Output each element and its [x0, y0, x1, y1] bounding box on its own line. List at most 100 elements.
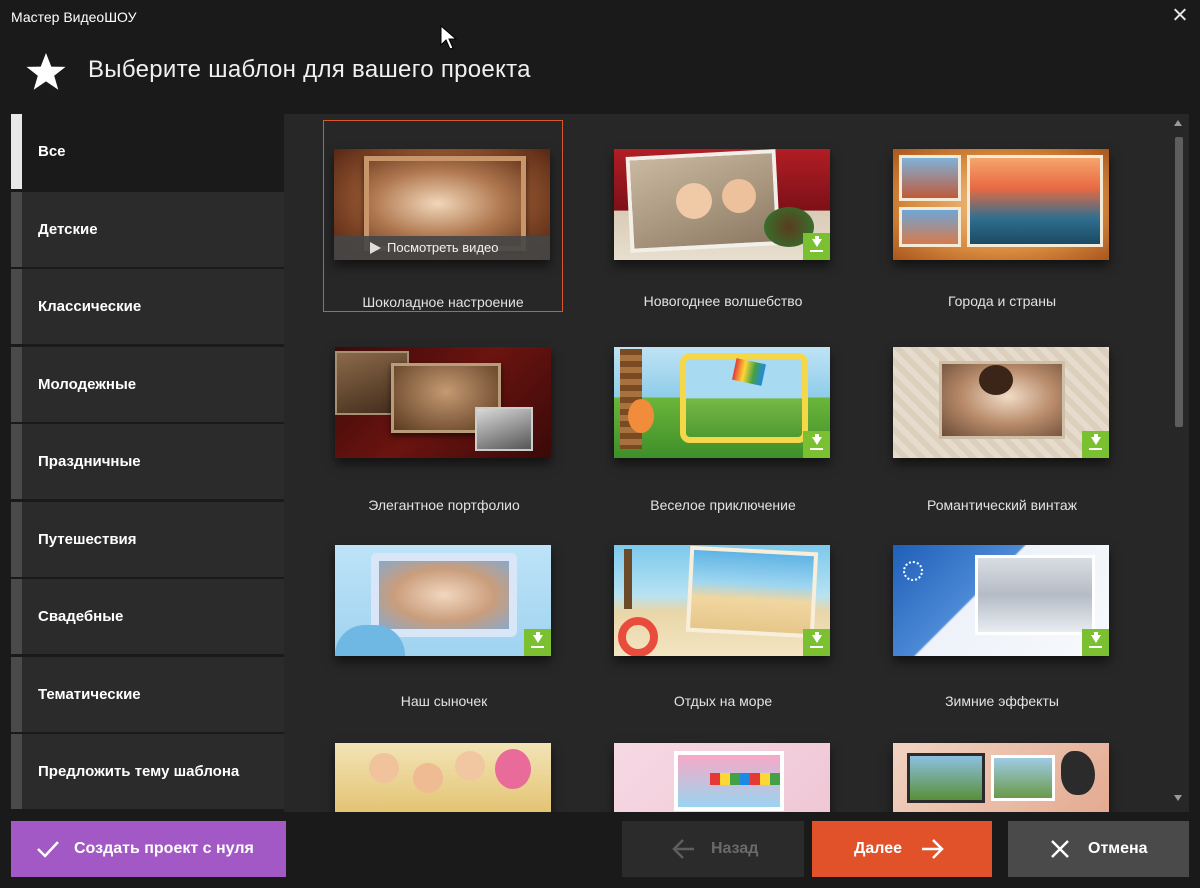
- template-card[interactable]: Наш сыночек: [324, 516, 564, 709]
- city-photo: [899, 207, 961, 247]
- template-card[interactable]: Романтический винтаж: [882, 318, 1122, 513]
- download-icon[interactable]: [803, 233, 830, 260]
- child-face: [413, 763, 443, 793]
- baby-photo-frame: [371, 553, 517, 637]
- beach-photo: [685, 545, 819, 639]
- template-name: Элегантное портфолио: [368, 497, 520, 513]
- item-indicator: [11, 347, 22, 422]
- template-card[interactable]: Элегантное портфолио: [324, 318, 564, 513]
- sidebar-item-label: Классические: [38, 298, 142, 315]
- sidebar-item-label: Предложить тему шаблона: [38, 763, 240, 780]
- template-thumbnail: [893, 545, 1109, 656]
- sidebar-item-all[interactable]: Все: [11, 114, 284, 189]
- balloon: [495, 749, 531, 789]
- sidebar-item-holiday[interactable]: Праздничные: [11, 424, 284, 499]
- template-grid: Посмотреть видео Шоколадное настроение Н…: [284, 114, 1189, 812]
- template-thumbnail: [614, 743, 830, 812]
- next-label: Далее: [854, 840, 903, 857]
- coast-photo: [967, 155, 1103, 247]
- play-icon: [370, 242, 381, 254]
- checkmark-icon: [37, 841, 59, 858]
- child-face: [722, 179, 756, 213]
- item-indicator: [11, 192, 22, 267]
- child-face: [455, 751, 485, 781]
- palm-tree: [624, 549, 632, 609]
- template-thumbnail: [893, 149, 1109, 260]
- template-card[interactable]: [603, 714, 843, 812]
- download-icon[interactable]: [803, 629, 830, 656]
- item-indicator: [11, 269, 22, 344]
- family-photo: [907, 753, 985, 803]
- download-icon[interactable]: [803, 431, 830, 458]
- template-thumbnail: [893, 347, 1109, 458]
- sidebar-item-travel[interactable]: Путешествия: [11, 502, 284, 577]
- template-name: Наш сыночек: [400, 693, 488, 709]
- child-face: [369, 753, 399, 783]
- sidebar-item-label: Праздничные: [38, 453, 141, 470]
- sidebar-item-youth[interactable]: Молодежные: [11, 347, 284, 422]
- scroll-down-icon[interactable]: [1174, 795, 1182, 801]
- template-wizard-window: Мастер ВидеоШОУ Выберите шаблон для ваше…: [0, 0, 1200, 888]
- hair: [979, 365, 1013, 395]
- star-icon: [26, 53, 66, 90]
- sidebar-item-suggest-theme[interactable]: Предложить тему шаблона: [11, 734, 284, 809]
- item-indicator: [11, 502, 22, 577]
- title-bar: Мастер ВидеоШОУ: [0, 0, 1200, 36]
- template-card[interactable]: Зимние эффекты: [882, 516, 1122, 709]
- download-icon[interactable]: [524, 629, 551, 656]
- template-name: Города и страны: [947, 293, 1057, 309]
- item-indicator: [11, 734, 22, 809]
- sidebar-item-label: Свадебные: [38, 608, 124, 625]
- template-thumbnail: [335, 347, 551, 458]
- silhouette: [1061, 751, 1095, 795]
- template-thumbnail: [335, 545, 551, 656]
- portrait-photo: [475, 407, 533, 451]
- template-thumbnail: [614, 149, 830, 260]
- wizard-header: Выберите шаблон для вашего проекта: [0, 36, 1200, 112]
- mouse-cursor-icon: [440, 25, 458, 50]
- template-card[interactable]: Новогоднее волшебство: [603, 120, 843, 312]
- city-photo: [899, 155, 961, 201]
- template-name: Новогоднее волшебство: [643, 293, 803, 309]
- preview-video-button[interactable]: Посмотреть видео: [334, 236, 550, 260]
- back-button[interactable]: Назад: [622, 821, 804, 877]
- active-indicator: [11, 114, 22, 189]
- sidebar-item-label: Путешествия: [38, 531, 137, 548]
- child-face: [676, 183, 712, 219]
- item-indicator: [11, 424, 22, 499]
- template-card[interactable]: Отдых на море: [603, 516, 843, 709]
- close-icon[interactable]: [1170, 5, 1190, 25]
- sidebar-item-label: Молодежные: [38, 376, 137, 393]
- sidebar-item-thematic[interactable]: Тематические: [11, 657, 284, 732]
- sidebar-item-kids[interactable]: Детские: [11, 192, 284, 267]
- download-icon[interactable]: [1082, 629, 1109, 656]
- arrow-left-icon: [672, 839, 694, 859]
- cancel-button[interactable]: Отмена: [1008, 821, 1189, 877]
- template-name: Романтический винтаж: [926, 497, 1077, 513]
- create-from-scratch-label: Создать проект с нуля: [74, 840, 254, 857]
- sidebar-item-wedding[interactable]: Свадебные: [11, 579, 284, 654]
- family-photo: [991, 755, 1055, 801]
- template-thumbnail: Посмотреть видео: [334, 149, 550, 260]
- scroll-up-icon[interactable]: [1174, 120, 1182, 126]
- page-title: Выберите шаблон для вашего проекта: [88, 56, 531, 83]
- scrollbar-thumb[interactable]: [1175, 137, 1183, 427]
- next-button[interactable]: Далее: [812, 821, 992, 877]
- template-thumbnail: [893, 743, 1109, 812]
- preview-video-label: Посмотреть видео: [387, 240, 499, 255]
- template-card[interactable]: Города и страны: [882, 120, 1122, 312]
- window-title: Мастер ВидеоШОУ: [11, 9, 137, 25]
- sidebar-item-classic[interactable]: Классические: [11, 269, 284, 344]
- winter-photo: [975, 555, 1095, 635]
- template-card[interactable]: [324, 714, 564, 812]
- create-from-scratch-button[interactable]: Создать проект с нуля: [11, 821, 286, 877]
- template-thumbnail: [335, 743, 551, 812]
- template-card[interactable]: Веселое приключение: [603, 318, 843, 513]
- template-card[interactable]: Посмотреть видео Шоколадное настроение: [323, 120, 563, 312]
- template-thumbnail: [614, 545, 830, 656]
- download-icon[interactable]: [1082, 431, 1109, 458]
- arrow-right-icon: [922, 839, 944, 859]
- life-ring: [618, 617, 658, 656]
- template-card[interactable]: [882, 714, 1122, 812]
- template-name: Веселое приключение: [650, 497, 796, 513]
